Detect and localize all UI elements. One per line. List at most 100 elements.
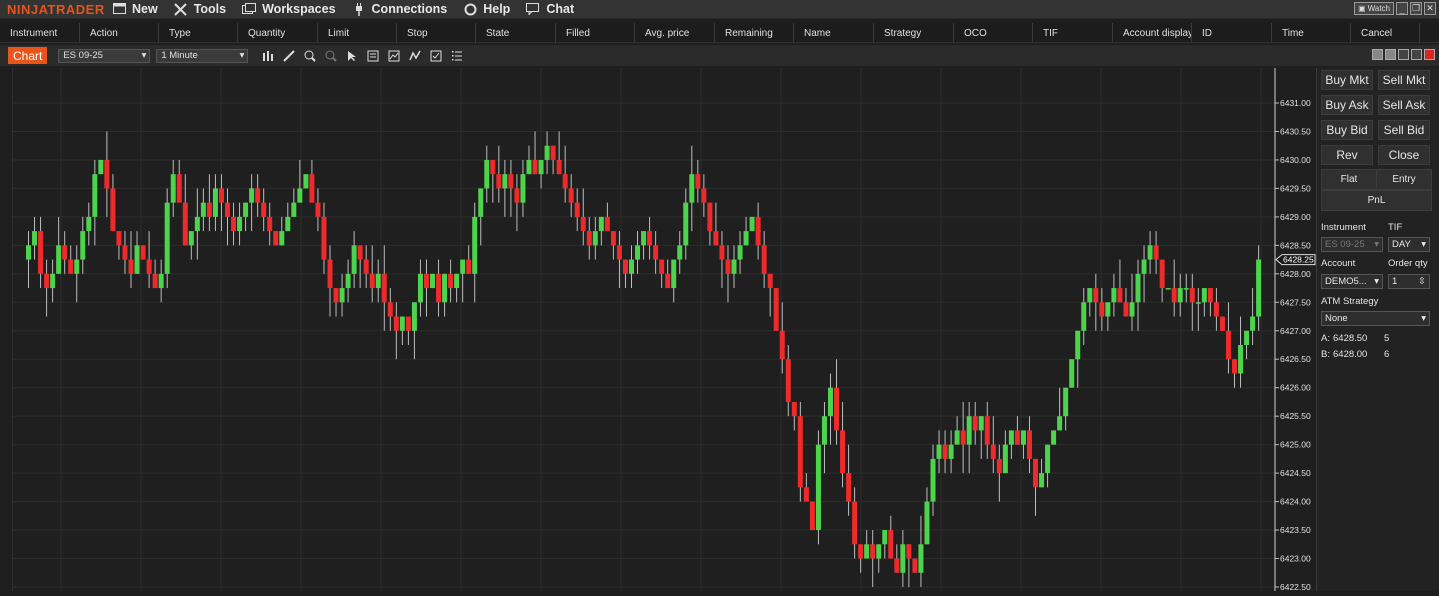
column-header-remaining[interactable]: Remaining (715, 23, 794, 43)
restore-button[interactable]: ❐ (1410, 2, 1422, 15)
zoom-in-icon[interactable] (303, 49, 317, 63)
column-header-instrument[interactable]: Instrument (0, 23, 80, 43)
column-header-state[interactable]: State (476, 23, 556, 43)
bar-type-icon[interactable] (261, 49, 275, 63)
candle-up (339, 288, 345, 303)
order-qty-label: Order qty (1388, 258, 1428, 269)
candle-up (641, 231, 647, 246)
drawing-pencil-icon[interactable] (282, 49, 296, 63)
candle-up (478, 188, 484, 217)
column-header-type[interactable]: Type (159, 23, 238, 43)
menu-chat[interactable]: Chat (526, 2, 574, 16)
chart-layout2-button[interactable] (1385, 49, 1396, 60)
column-header-time[interactable]: Time (1272, 23, 1351, 43)
chart-layout-button[interactable] (1372, 49, 1383, 60)
candle-down (1123, 302, 1129, 317)
y-axis-tick-label: 6429.00 (1280, 212, 1311, 222)
tif-selector[interactable]: DAY ▾ (1388, 237, 1430, 252)
chart-maximize-button[interactable] (1411, 49, 1422, 60)
column-header-limit[interactable]: Limit (318, 23, 397, 43)
candle-down (653, 245, 659, 260)
column-header-oco[interactable]: OCO (954, 23, 1033, 43)
connections-plug-icon (352, 2, 366, 16)
buy-bid-button[interactable]: Buy Bid (1321, 120, 1373, 140)
column-header-tif[interactable]: TIF (1033, 23, 1113, 43)
candle-down (562, 174, 568, 189)
sell-market-button[interactable]: Sell Mkt (1378, 70, 1430, 90)
candle-up (1195, 302, 1201, 304)
column-header-stop[interactable]: Stop (397, 23, 476, 43)
buy-market-button[interactable]: Buy Mkt (1321, 70, 1373, 90)
account-selector[interactable]: DEMO5... ▾ (1321, 274, 1383, 289)
menu-tools[interactable]: Tools (174, 2, 226, 16)
candle-down (218, 188, 224, 203)
sell-bid-button[interactable]: Sell Bid (1378, 120, 1430, 140)
candle-down (423, 273, 429, 289)
candle-down (122, 245, 128, 260)
column-header-strategy[interactable]: Strategy (874, 23, 954, 43)
bid-label: B: (1321, 349, 1330, 360)
candle-down (381, 273, 387, 303)
interval-selector-value: 1 Minute (161, 50, 198, 61)
candle-down (140, 245, 146, 260)
candle-up (689, 174, 695, 203)
candle-down (870, 544, 876, 559)
candle-down (152, 273, 158, 289)
chart-close-button[interactable] (1424, 49, 1435, 60)
price-chart[interactable]: 6431.00 6430.50 6430.00 6429.50 6429.00 6428.… (13, 68, 1316, 592)
data-box-icon[interactable] (366, 49, 380, 63)
candle-down (622, 259, 628, 274)
column-header-cancel[interactable]: Cancel (1351, 23, 1420, 43)
menu-help[interactable]: Help (463, 2, 510, 16)
candle-up (1063, 387, 1069, 417)
y-axis-tick-label: 6431.00 (1280, 98, 1311, 108)
candle-up (954, 430, 960, 445)
panel-instrument-selector[interactable]: ES 09-25 ▾ (1321, 237, 1383, 252)
sell-ask-button[interactable]: Sell Ask (1378, 95, 1430, 115)
candle-down (62, 245, 68, 260)
y-axis-tick-label: 6424.00 (1280, 497, 1311, 507)
close-window-button[interactable]: ✕ (1424, 2, 1436, 15)
candle-up (930, 458, 936, 502)
list-icon[interactable] (450, 49, 464, 63)
atm-strategy-selector[interactable]: None ▾ (1321, 311, 1430, 326)
pointer-icon[interactable] (345, 49, 359, 63)
menu-new[interactable]: New (112, 2, 158, 16)
column-header-name[interactable]: Name (794, 23, 874, 43)
candle-up (430, 273, 436, 289)
candle-down (846, 473, 852, 502)
chart-tab[interactable]: Chart (8, 47, 48, 64)
candle-down (315, 202, 321, 217)
candle-up (1020, 430, 1026, 445)
watch-button[interactable]: ▣ Watch (1354, 2, 1394, 15)
column-header-id[interactable]: ID (1192, 23, 1272, 43)
chart-minimize-button[interactable] (1398, 49, 1409, 60)
menu-connections[interactable]: Connections (352, 2, 447, 16)
candle-down (852, 501, 858, 545)
column-header-avg-price[interactable]: Avg. price (635, 23, 715, 43)
strategy-icon[interactable] (408, 49, 422, 63)
interval-selector[interactable]: 1 Minute ▾ (156, 48, 249, 63)
candle-down (255, 188, 261, 203)
candle-down (508, 174, 514, 189)
minimize-button[interactable]: _ (1396, 2, 1408, 15)
candle-up (237, 216, 243, 232)
candle-down (773, 288, 779, 331)
column-header-account-display-n[interactable]: Account display n (1113, 23, 1192, 43)
column-header-action[interactable]: Action (80, 23, 159, 43)
buy-ask-button[interactable]: Buy Ask (1321, 95, 1373, 115)
candle-up (1105, 302, 1111, 317)
properties-icon[interactable] (429, 49, 443, 63)
indicators-icon[interactable] (387, 49, 401, 63)
reverse-button[interactable]: Rev (1321, 145, 1373, 165)
column-header-filled[interactable]: Filled (556, 23, 635, 43)
order-qty-stepper[interactable]: 1 ⇳ (1388, 274, 1430, 289)
close-position-button[interactable]: Close (1378, 145, 1430, 165)
menu-workspaces[interactable]: Workspaces (242, 2, 336, 16)
candle-down (894, 558, 900, 573)
stepper-icon[interactable]: ⇳ (1418, 276, 1426, 287)
column-header-quantity[interactable]: Quantity (238, 23, 318, 43)
candle-down (580, 216, 586, 232)
instrument-selector[interactable]: ES 09-25 ▾ (58, 48, 151, 63)
zoom-out-icon[interactable] (324, 49, 338, 63)
